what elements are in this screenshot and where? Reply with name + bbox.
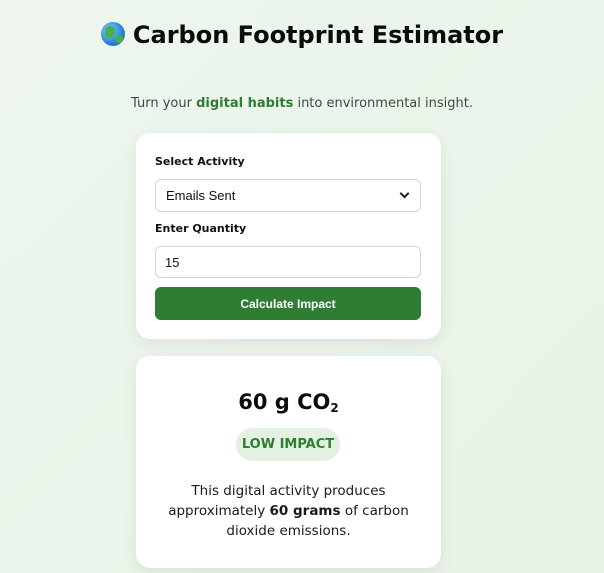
quantity-input-value: 15 [165, 254, 180, 270]
subtitle-highlight: digital habits [196, 96, 294, 111]
result-description: This digital activity produces approxima… [156, 481, 421, 541]
subtitle-suffix: into environmental insight. [293, 96, 473, 111]
result-card: 60 g CO2 LOW IMPACT This digital activit… [136, 356, 441, 568]
page-subtitle: Turn your digital habits into environmen… [0, 96, 604, 111]
co2-amount-value: 60 g CO [238, 390, 331, 414]
chevron-down-icon [399, 188, 410, 199]
desc-bold: 60 grams [269, 503, 341, 519]
page-title: Carbon Footprint Estimator [0, 18, 604, 52]
page: Carbon Footprint Estimator Turn your dig… [0, 0, 604, 573]
quantity-label: Enter Quantity [155, 222, 247, 235]
subtitle-prefix: Turn your [131, 96, 197, 111]
quantity-input[interactable]: 15 [155, 246, 421, 278]
estimator-form-card: Select Activity Emails Sent Enter Quanti… [136, 133, 441, 339]
activity-select-value: Emails Sent [166, 188, 236, 203]
globe-icon [100, 22, 125, 46]
co2-amount: 60 g CO2 [136, 390, 441, 415]
impact-badge: LOW IMPACT [236, 428, 340, 461]
activity-label: Select Activity [155, 155, 245, 168]
co2-subscript: 2 [330, 401, 339, 415]
calculate-impact-button[interactable]: Calculate Impact [155, 287, 421, 320]
activity-select[interactable]: Emails Sent [155, 179, 421, 212]
page-title-text: Carbon Footprint Estimator [132, 21, 504, 49]
